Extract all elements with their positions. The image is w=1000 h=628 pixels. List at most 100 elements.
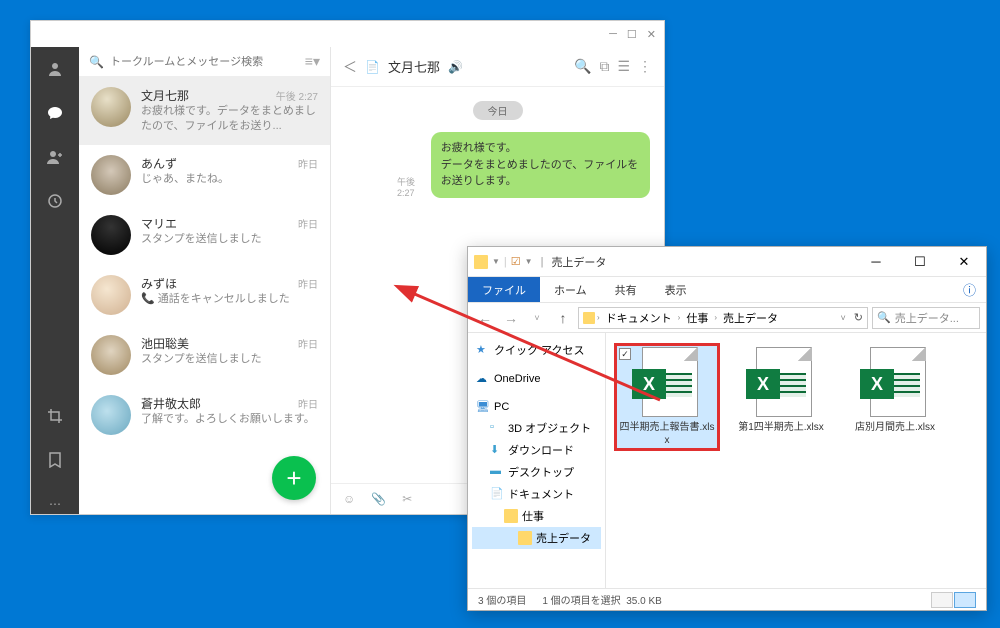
emoji-icon[interactable]: ☺ [343,492,355,506]
address-bar[interactable]: › ドキュメント › 仕事 › 売上データ ˅ ↻ [578,307,868,329]
excel-icon: X [632,347,702,417]
menu-icon[interactable]: ☰ [617,58,630,75]
chat-entry[interactable]: マリエ昨日 スタンプを送信しました [79,205,330,265]
tree-item-work[interactable]: 仕事 [472,505,601,527]
down-caret-icon[interactable]: ▼ [492,257,500,266]
avatar [91,87,131,127]
folder-icon [583,312,595,324]
close-button[interactable]: ✕ [647,28,656,41]
nav-back-button[interactable]: ← [474,307,496,329]
more-icon[interactable]: ⋯ [45,494,65,514]
maximize-button[interactable]: ☐ [898,247,942,277]
tree-item-onedrive[interactable]: ☁OneDrive [472,369,601,389]
chat-entry[interactable]: 蒼井敬太郎昨日 了解です。よろしくお願いします。 [79,385,330,445]
avatar [91,215,131,255]
breadcrumb[interactable]: 売上データ [719,310,782,326]
file-pane[interactable]: ✓ X 四半期売上報告書.xlsx X 第1四半期売上.xlsx X 店別月間売… [606,333,986,588]
message-bubble: お疲れ様です。 データをまとめましたので、ファイルをお送りします。 [431,132,650,198]
chat-entries-list: 文月七那午後 2:27 お疲れ様です。データをまとめましたので、ファイルをお送り… [79,77,330,514]
status-selected-count: 1 個の項目を選択 35.0 KB [542,592,662,607]
chat-titlebar: ─ ☐ ✕ [31,21,664,47]
avatar [91,395,131,435]
file-item[interactable]: X 店別月間売上.xlsx [842,343,948,438]
chat-sidebar-nav: ⋯ [31,47,79,514]
file-explorer-window: ▼ | ☑ ▼ | 売上データ ─ ☐ ✕ ファイル ホーム 共有 表示 ⓘ ←… [467,246,987,611]
tree-item-quick-access[interactable]: ★クイック アクセス [472,339,601,361]
conversation-header: ＜ 📄 文月七那 🔊 🔍 ⧉ ☰ ⋮ [331,47,664,87]
ribbon-tab-view[interactable]: 表示 [651,277,701,302]
entry-name: あんず [141,155,177,172]
ribbon-tab-file[interactable]: ファイル [468,277,540,302]
chat-entry[interactable]: あんず昨日 じゃあ、またね。 [79,145,330,205]
folder-icon [518,531,532,545]
person-icon[interactable] [45,59,65,79]
ribbon-tab-share[interactable]: 共有 [601,277,651,302]
details-view-button[interactable] [931,592,953,608]
entry-time: 昨日 [298,336,318,351]
breadcrumb[interactable]: ドキュメント [602,310,676,326]
chat-list-panel: 🔍 ≡▾ 文月七那午後 2:27 お疲れ様です。データをまとめましたので、ファイ… [79,47,331,514]
search-icon[interactable]: 🔍 [574,58,591,75]
breadcrumb[interactable]: 仕事 [682,310,712,326]
add-friend-icon[interactable] [45,147,65,167]
tree-item-downloads[interactable]: ⬇ダウンロード [472,439,601,461]
excel-icon: X [746,347,816,417]
tree-item-pc[interactable]: 🖥PC [472,397,601,417]
tree-item-3d-objects[interactable]: ▫3D オブジェクト [472,417,601,439]
new-chat-button[interactable]: + [272,456,316,500]
chat-entry[interactable]: 文月七那午後 2:27 お疲れ様です。データをまとめましたので、ファイルをお送り… [79,77,330,145]
maximize-button[interactable]: ☐ [627,28,637,41]
minimize-button[interactable]: ─ [854,247,898,277]
sort-button[interactable]: ≡▾ [305,53,320,70]
chat-search-bar[interactable]: 🔍 ≡▾ [79,47,330,77]
entry-preview: スタンプを送信しました [141,352,318,367]
close-button[interactable]: ✕ [942,247,986,277]
copy-icon[interactable]: ⧉ [599,58,609,75]
refresh-icon[interactable]: ↻ [848,311,863,324]
entry-name: マリエ [141,215,177,232]
explorer-search-box[interactable]: 🔍 売上データ... [872,307,980,329]
nav-forward-button: → [500,307,522,329]
message-time: 午後 2:27 [397,175,425,198]
file-item[interactable]: ✓ X 四半期売上報告書.xlsx [614,343,720,451]
icons-view-button[interactable] [954,592,976,608]
back-icon[interactable]: ＜ [343,57,357,77]
nav-recent-dropdown[interactable]: ˅ [526,307,548,329]
minimize-button[interactable]: ─ [609,28,617,40]
ribbon-bar: ファイル ホーム 共有 表示 ⓘ [468,277,986,303]
tree-item-desktop[interactable]: ▬デスクトップ [472,461,601,483]
search-input[interactable] [110,56,299,68]
attach-icon[interactable]: 📎 [371,492,386,506]
entry-name: 文月七那 [141,87,189,104]
help-icon[interactable]: ⓘ [963,277,986,302]
entry-preview: 了解です。よろしくお願いします。 [141,412,318,427]
clip-icon[interactable]: ✂ [402,492,412,506]
date-divider: 今日 [473,101,523,120]
entry-name: 池田聡美 [141,335,189,352]
notes-icon[interactable]: 📄 [365,60,380,74]
chat-icon[interactable] [45,103,65,123]
dropdown-icon[interactable]: ˅ [841,313,846,323]
entry-preview: じゃあ、またね。 [141,172,318,187]
chat-entry[interactable]: 池田聡美 昨日 スタンプを送信しました [79,325,330,385]
navigation-tree[interactable]: ★クイック アクセス ☁OneDrive 🖥PC ▫3D オブジェクト ⬇ダウン… [468,333,606,588]
tree-item-documents[interactable]: 📄ドキュメント [472,483,601,505]
ribbon-tab-home[interactable]: ホーム [540,277,601,302]
avatar [91,155,131,195]
tree-item-salesdata[interactable]: 売上データ [472,527,601,549]
entry-preview: スタンプを送信しました [141,232,318,247]
folder-icon [504,509,518,523]
entry-name: 蒼井敬太郎 [141,395,201,412]
checkbox-icon[interactable]: ✓ [619,348,631,360]
checkbox-icon[interactable]: ☑ [511,255,521,268]
nav-up-button[interactable]: ↑ [552,307,574,329]
more-icon[interactable]: ⋮ [638,58,652,75]
entry-preview: お疲れ様です。データをまとめましたので、ファイルをお送り... [141,104,318,135]
speaker-icon[interactable]: 🔊 [448,60,463,74]
down-caret-icon[interactable]: ▼ [525,257,533,266]
crop-icon[interactable] [45,406,65,426]
bookmark-icon[interactable] [45,450,65,470]
clock-icon[interactable] [45,191,65,211]
chat-entry[interactable]: みずほ昨日 📞 通話をキャンセルしました [79,265,330,325]
file-item[interactable]: X 第1四半期売上.xlsx [728,343,834,438]
